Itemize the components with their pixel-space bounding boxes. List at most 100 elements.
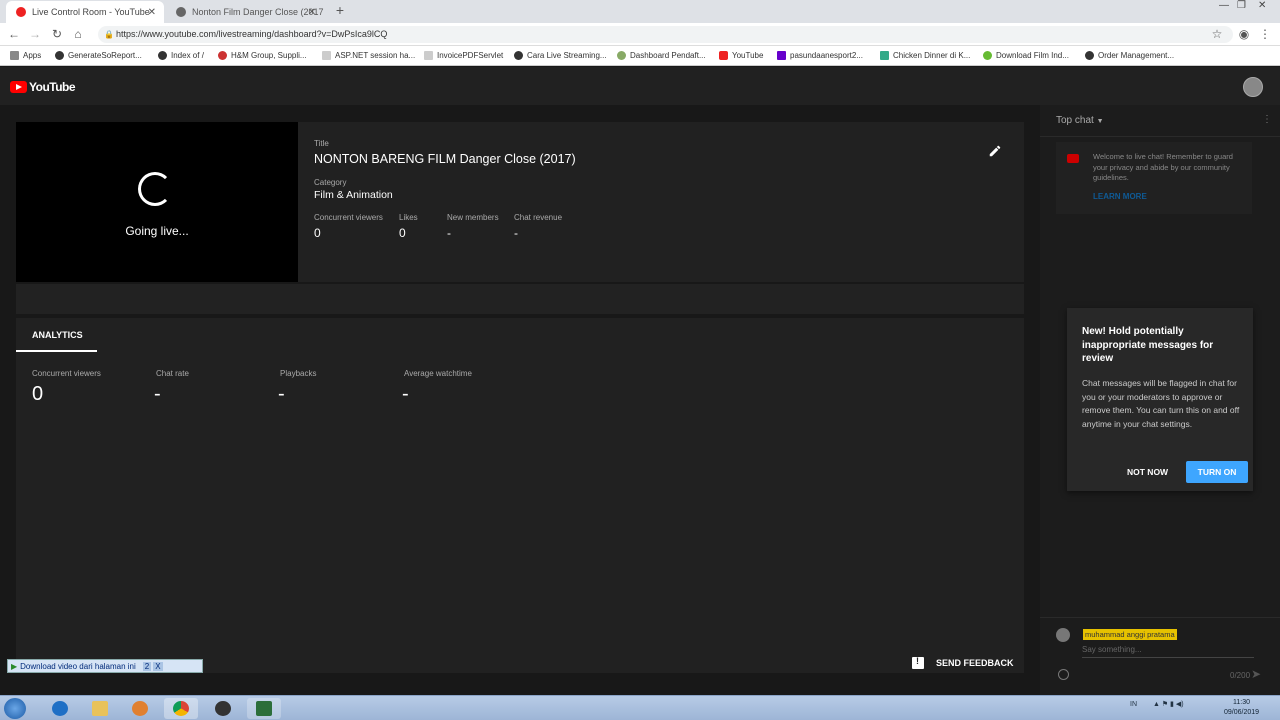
edit-pencil-icon[interactable]	[988, 144, 1002, 158]
tab-analytics[interactable]: ANALYTICS	[16, 318, 97, 352]
extension-icon[interactable]: ◉	[1237, 27, 1251, 41]
lock-icon: 🔒	[104, 30, 114, 39]
bookmark-item[interactable]: GenerateSoReport...	[55, 51, 142, 60]
youtube-icon	[719, 51, 728, 60]
learn-more-link[interactable]: LEARN MORE	[1093, 192, 1147, 201]
bookmark-apps[interactable]: Apps	[10, 51, 41, 60]
tray-icons[interactable]: ▲ ⚑ ▮ ◀)	[1153, 701, 1184, 708]
chat-input-area: muhammad anggi pratama Say something... …	[1040, 617, 1280, 695]
bookmark-item[interactable]: Dashboard Pendaft...	[617, 51, 706, 60]
bookmark-item[interactable]: Index of /	[158, 51, 204, 60]
send-feedback-button[interactable]: SEND FEEDBACK	[912, 656, 1014, 669]
avatar[interactable]	[1243, 77, 1263, 97]
page-icon	[322, 51, 331, 60]
reload-icon[interactable]: ↻	[50, 27, 64, 41]
youtube-icon	[1067, 154, 1079, 163]
chat-mode-dropdown[interactable]: Top chat ▼	[1056, 115, 1104, 126]
bookmark-item[interactable]: Download Film Ind...	[983, 51, 1069, 60]
bookmark-item[interactable]: H&M Group, Suppli...	[218, 51, 307, 60]
youtube-play-icon	[10, 81, 27, 93]
tab-live-control-room[interactable]: Live Control Room - YouTube ✕	[6, 1, 164, 23]
windows-taskbar: IN ▲ ⚑ ▮ ◀) 11:30 09/06/2019	[0, 695, 1280, 720]
download-arrow-icon: ▶	[11, 661, 18, 671]
stat-value: 0	[314, 226, 321, 240]
chat-header: Top chat ▼ ⋮	[1040, 105, 1280, 137]
back-icon[interactable]: ←	[7, 27, 21, 41]
internet-explorer-icon	[52, 701, 68, 716]
close-window-icon[interactable]: ✕	[1258, 0, 1266, 11]
chrome-icon	[173, 701, 189, 716]
chat-mode-label: Top chat	[1056, 115, 1094, 126]
chat-more-icon[interactable]: ⋮	[1262, 114, 1272, 125]
bookmark-item[interactable]: pasundaanesport2...	[777, 51, 863, 60]
stream-settings-bar	[16, 284, 1024, 314]
taskbar-chrome[interactable]	[164, 698, 198, 719]
send-icon[interactable]: ➤	[1251, 667, 1261, 681]
app-icon	[256, 701, 272, 716]
stream-status: Going live...	[125, 224, 189, 238]
close-tab-icon[interactable]: ✕	[308, 7, 316, 18]
feedback-icon	[912, 656, 924, 669]
language-indicator[interactable]: IN	[1130, 701, 1137, 708]
taskbar-obs[interactable]	[206, 698, 240, 719]
feedback-label: SEND FEEDBACK	[936, 658, 1014, 668]
metric-value: -	[154, 383, 161, 405]
download-video-bar[interactable]: ▶ Download video dari halaman ini 2 X	[7, 659, 203, 673]
globe-favicon-icon	[176, 7, 186, 17]
turn-on-button[interactable]: TURN ON	[1186, 461, 1248, 483]
taskbar-media[interactable]	[123, 698, 157, 719]
system-tray: IN ▲ ⚑ ▮ ◀)	[1130, 700, 1184, 708]
taskbar-ie[interactable]	[43, 698, 77, 719]
dashboard-main: Going live... Title NONTON BARENG FILM D…	[0, 105, 1040, 695]
taskbar-app[interactable]	[247, 698, 281, 719]
globe-icon	[55, 51, 64, 60]
avatar	[1056, 628, 1070, 642]
tab-nonton-film[interactable]: Nonton Film Danger Close (2017 ✕	[166, 1, 324, 23]
welcome-text: Welcome to live chat! Remember to guard …	[1093, 152, 1233, 182]
new-tab-button[interactable]: +	[333, 3, 347, 17]
bookmark-star-icon[interactable]: ☆	[1210, 27, 1224, 41]
stream-preview: Going live...	[16, 122, 298, 282]
bookmark-item[interactable]: Chicken Dinner di K...	[880, 51, 970, 60]
chat-message-input[interactable]: Say something...	[1082, 645, 1142, 654]
youtube-logo[interactable]: YouTube	[10, 80, 76, 94]
system-clock[interactable]: 11:30 09/06/2019	[1224, 698, 1259, 718]
emoji-icon[interactable]	[1058, 669, 1069, 680]
stream-category: Film & Animation	[314, 189, 393, 201]
char-counter: 0/200	[1230, 671, 1251, 680]
not-now-button[interactable]: NOT NOW	[1127, 467, 1168, 477]
url-bar[interactable]: 🔒 https://www.youtube.com/livestreaming/…	[98, 26, 1233, 43]
home-icon[interactable]: ⌂	[71, 27, 85, 41]
hm-icon	[218, 51, 227, 60]
popup-body: Chat messages will be flagged in chat fo…	[1082, 378, 1240, 429]
globe-icon	[514, 51, 523, 60]
download-close-button[interactable]: X	[153, 661, 163, 671]
close-tab-icon[interactable]: ✕	[148, 7, 156, 18]
youtube-favicon-icon	[16, 7, 26, 17]
taskbar-explorer[interactable]	[83, 698, 117, 719]
download-count[interactable]: 2	[142, 661, 152, 671]
bookmark-item[interactable]: Order Management...	[1085, 51, 1174, 60]
bookmark-item[interactable]: InvoicePDFServlet	[424, 51, 503, 60]
restore-icon[interactable]: ❐	[1237, 0, 1246, 11]
minimize-icon[interactable]: —	[1219, 0, 1229, 11]
media-player-icon	[132, 701, 148, 716]
site-icon	[617, 51, 626, 60]
bookmark-item[interactable]: Cara Live Streaming...	[514, 51, 607, 60]
forward-icon[interactable]: →	[28, 27, 42, 41]
metric-label: Playbacks	[280, 369, 317, 378]
clock-date: 09/06/2019	[1224, 709, 1260, 716]
bookmark-item[interactable]: ASP.NET session ha...	[322, 51, 415, 60]
metric-label: Concurrent viewers	[32, 369, 101, 378]
analytics-panel: ANALYTICS Concurrent viewers 0 Chat rate…	[16, 318, 1024, 673]
apps-grid-icon	[10, 51, 19, 60]
stat-label: Likes	[399, 213, 418, 222]
metric-value: 0	[32, 383, 44, 405]
globe-icon	[158, 51, 167, 60]
tab-label: Nonton Film Danger Close (2017	[192, 7, 324, 17]
popup-title: New! Hold potentially inappropriate mess…	[1082, 326, 1214, 364]
bookmark-item[interactable]: YouTube	[719, 51, 763, 60]
menu-kebab-icon[interactable]: ⋮	[1258, 27, 1272, 41]
globe-icon	[1085, 51, 1094, 60]
start-button[interactable]	[4, 698, 26, 719]
